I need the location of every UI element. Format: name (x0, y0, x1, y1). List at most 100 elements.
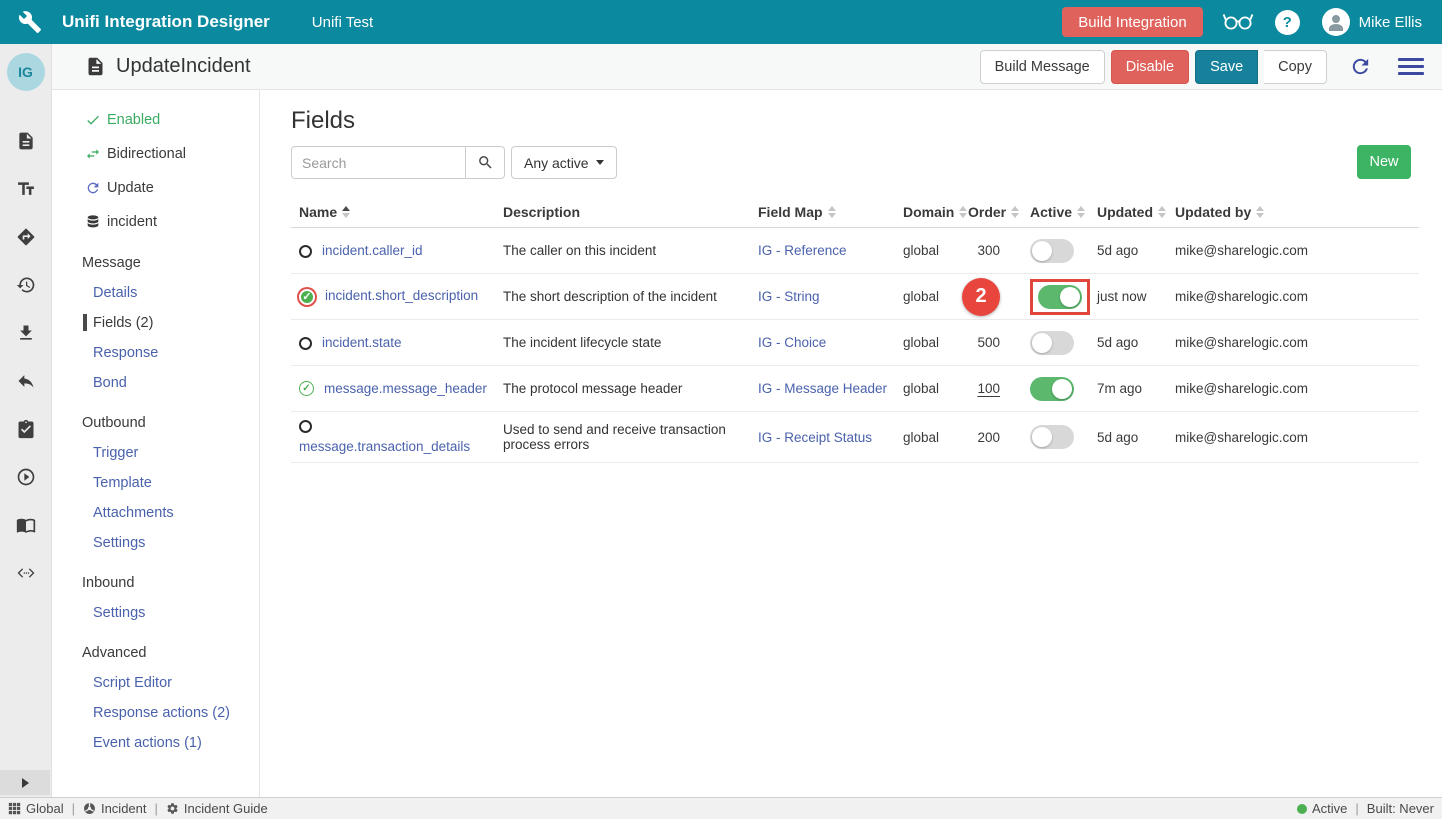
disable-button[interactable]: Disable (1111, 50, 1189, 84)
sidebar-item-template[interactable]: Template (52, 474, 259, 491)
column-header-active[interactable]: Active (1022, 204, 1089, 220)
sidebar-item-script-editor[interactable]: Script Editor (52, 674, 259, 691)
sidebar-item-attachments[interactable]: Attachments (52, 504, 259, 521)
build-integration-button[interactable]: Build Integration (1062, 7, 1202, 37)
updated-cell: 5d ago (1089, 243, 1167, 258)
field-name-link[interactable]: incident.short_description (325, 288, 478, 303)
nav-group-header: Message (52, 255, 259, 271)
statusbar-item-incident[interactable]: Incident (83, 801, 147, 816)
field-name-link[interactable]: incident.state (322, 335, 402, 350)
description-cell: Used to send and receive transaction pro… (495, 422, 750, 452)
updated-cell: just now (1089, 289, 1167, 304)
table-row: ✓incident.short_descriptionThe short des… (291, 274, 1419, 320)
sidebar-item-bond[interactable]: Bond (52, 374, 259, 391)
page-title: UpdateIncident (116, 55, 251, 78)
active-toggle[interactable] (1030, 331, 1074, 355)
field-map-cell: IG - Receipt Status (750, 430, 895, 445)
download-icon[interactable] (0, 309, 52, 357)
expand-sidebar-button[interactable] (0, 770, 50, 795)
search-button[interactable] (466, 146, 505, 179)
sort-icon (1077, 206, 1085, 218)
menu-icon[interactable] (1398, 54, 1424, 79)
document-icon[interactable] (0, 117, 52, 165)
search-input[interactable] (291, 146, 466, 179)
field-map-link[interactable]: IG - Receipt Status (758, 430, 872, 445)
domain-cell: global (895, 335, 960, 350)
directions-icon[interactable] (0, 213, 52, 261)
build-message-button[interactable]: Build Message (980, 50, 1105, 84)
tasks-icon[interactable] (0, 405, 52, 453)
active-toggle[interactable] (1030, 239, 1074, 263)
sidebar-item-settings[interactable]: Settings (52, 604, 259, 621)
nav-group-message: Message Details Fields (2) Response Bond (52, 255, 259, 391)
description-cell: The protocol message header (495, 381, 750, 396)
bidirectional-icon (85, 146, 101, 162)
domain-cell: global (895, 243, 960, 258)
gear-icon (166, 802, 179, 815)
column-header-field-map[interactable]: Field Map (750, 204, 895, 220)
active-cell (1022, 331, 1089, 355)
sidebar-item-event-actions-1[interactable]: Event actions (1) (52, 734, 259, 751)
sidebar-item-trigger[interactable]: Trigger (52, 444, 259, 461)
sidebar-item-response-actions-2[interactable]: Response actions (2) (52, 704, 259, 721)
order-value[interactable]: 200 (977, 430, 1000, 445)
active-toggle[interactable] (1038, 285, 1082, 309)
glasses-icon[interactable] (1221, 11, 1255, 33)
column-header-name[interactable]: Name (291, 204, 495, 220)
active-cell (1022, 279, 1089, 315)
domain-cell: global (895, 289, 960, 304)
domain-cell: global (895, 430, 960, 445)
sidebar-item-settings[interactable]: Settings (52, 534, 259, 551)
statusbar-item-global[interactable]: Global (8, 801, 64, 816)
updated-by-cell: mike@sharelogic.com (1167, 335, 1419, 350)
column-header-updated[interactable]: Updated (1089, 204, 1167, 220)
order-value[interactable]: 500 (977, 335, 1000, 350)
wrench-icon (18, 10, 42, 34)
book-icon[interactable] (0, 501, 52, 549)
field-map-link[interactable]: IG - String (758, 289, 820, 304)
history-icon[interactable] (0, 261, 52, 309)
sidebar-item-response[interactable]: Response (52, 344, 259, 361)
statusbar-item-incident-guide[interactable]: Incident Guide (166, 801, 268, 816)
code-icon[interactable] (0, 549, 52, 597)
new-button[interactable]: New (1357, 145, 1411, 179)
order-value[interactable]: 300 (977, 243, 1000, 258)
column-header-domain[interactable]: Domain (895, 204, 960, 220)
field-map-link[interactable]: IG - Reference (758, 243, 847, 258)
updated-by-cell: mike@sharelogic.com (1167, 430, 1419, 445)
save-button[interactable]: Save (1195, 50, 1258, 84)
copy-button[interactable]: Copy (1264, 50, 1327, 84)
nav-group-header: Inbound (52, 575, 259, 591)
sidebar-item-details[interactable]: Details (52, 284, 259, 301)
refresh-icon[interactable] (1349, 55, 1372, 78)
play-icon[interactable] (0, 453, 52, 501)
text-fields-icon[interactable] (0, 165, 52, 213)
active-toggle[interactable] (1030, 425, 1074, 449)
app-title: Unifi Integration Designer (62, 12, 270, 32)
updated-cell: 5d ago (1089, 335, 1167, 350)
field-map-link[interactable]: IG - Message Header (758, 381, 887, 396)
help-icon[interactable]: ? (1275, 10, 1300, 35)
name-cell: ✓message.message_header (291, 381, 495, 397)
field-map-link[interactable]: IG - Choice (758, 335, 826, 350)
field-name-link[interactable]: message.transaction_details (299, 439, 470, 454)
updated-by-cell: mike@sharelogic.com (1167, 289, 1419, 304)
user-menu[interactable]: Mike Ellis (1322, 8, 1422, 36)
status-dot (1297, 804, 1307, 814)
field-name-link[interactable]: incident.caller_id (322, 243, 423, 258)
active-toggle[interactable] (1030, 377, 1074, 401)
column-header-order[interactable]: Order (960, 204, 1022, 220)
order-value[interactable]: 100 (977, 381, 1000, 396)
column-header-description: Description (495, 204, 750, 220)
reply-icon[interactable] (0, 357, 52, 405)
ig-avatar[interactable]: IG (7, 53, 45, 91)
active-filter-dropdown[interactable]: Any active (511, 146, 617, 179)
field-name-link[interactable]: message.message_header (324, 381, 487, 396)
check-icon (85, 112, 101, 128)
updated-cell: 7m ago (1089, 381, 1167, 396)
column-header-updated-by[interactable]: Updated by (1167, 204, 1419, 220)
table-row: incident.caller_idThe caller on this inc… (291, 228, 1419, 274)
field-map-cell: IG - String (750, 289, 895, 304)
sidebar-item-fields-2[interactable]: Fields (2) (83, 314, 259, 331)
name-cell: message.transaction_details (291, 420, 495, 454)
